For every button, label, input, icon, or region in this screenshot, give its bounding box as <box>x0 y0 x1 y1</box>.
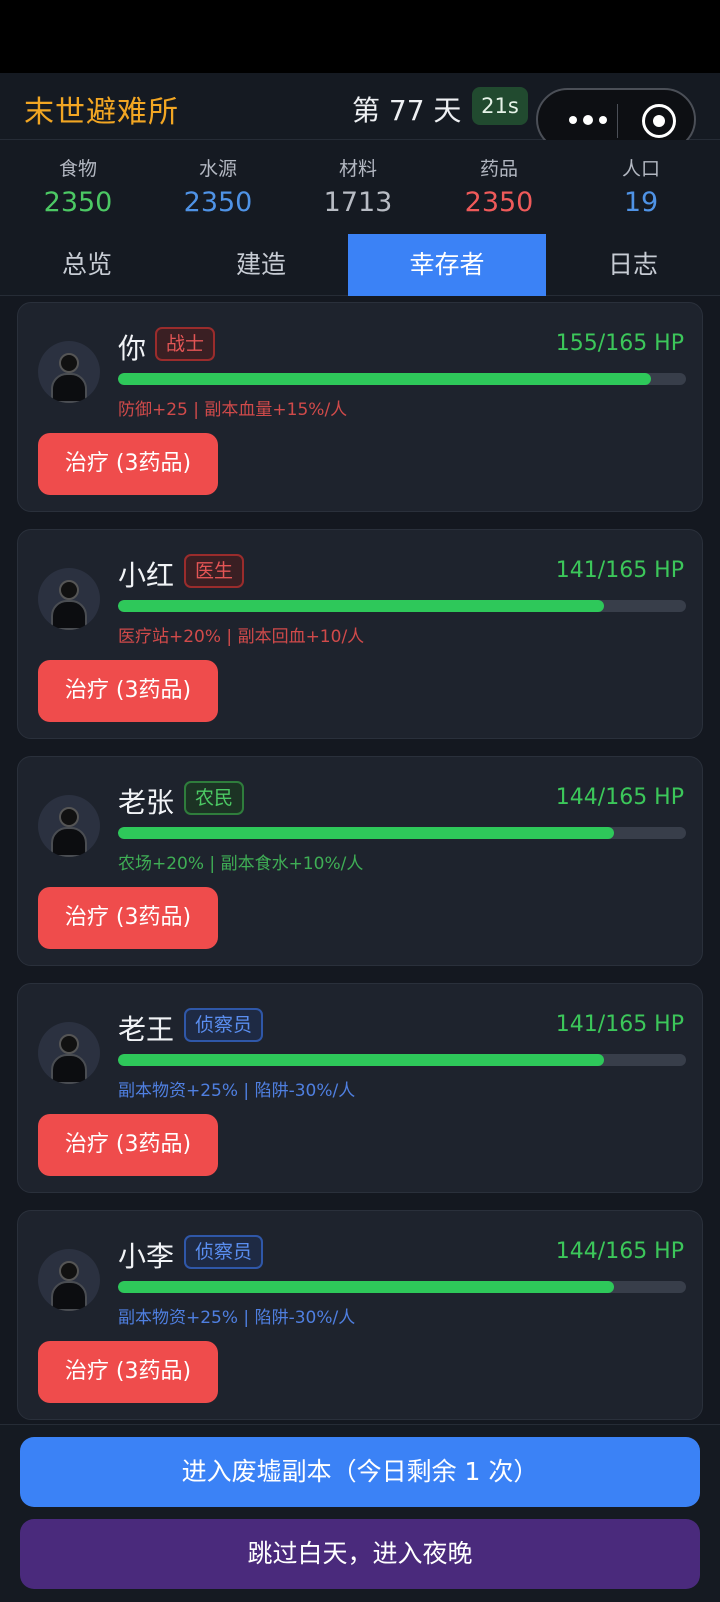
role-bonus: 副本物资+25% | 陷阱-30%/人 <box>118 1081 356 1101</box>
resource-population: 人口 19 <box>621 158 660 218</box>
more-icon[interactable] <box>560 98 616 142</box>
heal-button[interactable]: 治疗 (3药品) <box>38 1341 218 1403</box>
survivor-list[interactable]: 你 战士 155/165 HP 防御+25 | 副本血量+15%/人 治疗 (3… <box>0 296 720 1424</box>
resource-water: 水源 2350 <box>183 158 253 218</box>
survivor-name: 小红 <box>118 559 175 592</box>
role-bonus: 医疗站+20% | 副本回血+10/人 <box>118 627 365 647</box>
tab-log[interactable]: 日志 <box>546 234 720 296</box>
tab-overview[interactable]: 总览 <box>0 234 174 296</box>
app-title: 末世避难所 <box>24 95 179 130</box>
resource-panel: 食物 2350 水源 2350 材料 1713 药品 2350 人口 19 <box>0 140 720 234</box>
role-badge: 战士 <box>155 327 216 361</box>
hp-text: 141/165 HP <box>555 558 684 583</box>
close-target-icon[interactable] <box>642 104 676 138</box>
hp-bar <box>118 600 686 612</box>
hp-text: 144/165 HP <box>555 785 684 810</box>
resource-food: 食物 2350 <box>43 158 113 218</box>
survivor-name: 小李 <box>118 1240 175 1273</box>
tab-survivors[interactable]: 幸存者 <box>348 234 546 296</box>
survivor-name: 老张 <box>118 786 175 819</box>
heal-button[interactable]: 治疗 (3药品) <box>38 433 218 495</box>
survivor-card: 小李 侦察员 144/165 HP 副本物资+25% | 陷阱-30%/人 治疗… <box>17 1210 703 1420</box>
role-badge: 医生 <box>184 554 245 588</box>
skip-day-button[interactable]: 跳过白天，进入夜晚 <box>20 1519 700 1589</box>
role-bonus: 防御+25 | 副本血量+15%/人 <box>118 400 348 420</box>
status-bar <box>0 0 720 73</box>
enter-ruins-button[interactable]: 进入废墟副本（今日剩余 1 次） <box>20 1437 700 1507</box>
role-bonus: 农场+20% | 副本食水+10%/人 <box>118 854 364 874</box>
timer-badge: 21s <box>472 87 528 125</box>
heal-button[interactable]: 治疗 (3药品) <box>38 1114 218 1176</box>
heal-button[interactable]: 治疗 (3药品) <box>38 887 218 949</box>
header: 末世避难所 第 77 天 21s <box>0 73 720 151</box>
avatar <box>38 1249 100 1311</box>
survivor-card: 老王 侦察员 141/165 HP 副本物资+25% | 陷阱-30%/人 治疗… <box>17 983 703 1193</box>
hp-bar <box>118 1054 686 1066</box>
resource-medicine: 药品 2350 <box>464 158 534 218</box>
survivor-name: 你 <box>118 332 147 365</box>
footer: 进入废墟副本（今日剩余 1 次） 跳过白天，进入夜晚 <box>0 1424 720 1602</box>
day-counter: 第 77 天 <box>352 94 462 127</box>
role-badge: 农民 <box>184 781 245 815</box>
avatar <box>38 1022 100 1084</box>
role-badge: 侦察员 <box>184 1008 264 1042</box>
avatar <box>38 341 100 403</box>
resource-materials: 材料 1713 <box>323 158 393 218</box>
tab-bar: 总览 建造 幸存者 日志 <box>0 234 720 296</box>
hp-text: 144/165 HP <box>555 1239 684 1264</box>
tab-build[interactable]: 建造 <box>174 234 348 296</box>
survivor-card: 老张 农民 144/165 HP 农场+20% | 副本食水+10%/人 治疗 … <box>17 756 703 966</box>
survivor-card: 你 战士 155/165 HP 防御+25 | 副本血量+15%/人 治疗 (3… <box>17 302 703 512</box>
heal-button[interactable]: 治疗 (3药品) <box>38 660 218 722</box>
hp-bar <box>118 373 686 385</box>
survivor-name: 老王 <box>118 1013 175 1046</box>
avatar <box>38 568 100 630</box>
role-badge: 侦察员 <box>184 1235 264 1269</box>
hp-text: 155/165 HP <box>555 331 684 356</box>
role-bonus: 副本物资+25% | 陷阱-30%/人 <box>118 1308 356 1328</box>
survivor-card: 小红 医生 141/165 HP 医疗站+20% | 副本回血+10/人 治疗 … <box>17 529 703 739</box>
hp-bar <box>118 827 686 839</box>
hp-bar <box>118 1281 686 1293</box>
avatar <box>38 795 100 857</box>
hp-text: 141/165 HP <box>555 1012 684 1037</box>
